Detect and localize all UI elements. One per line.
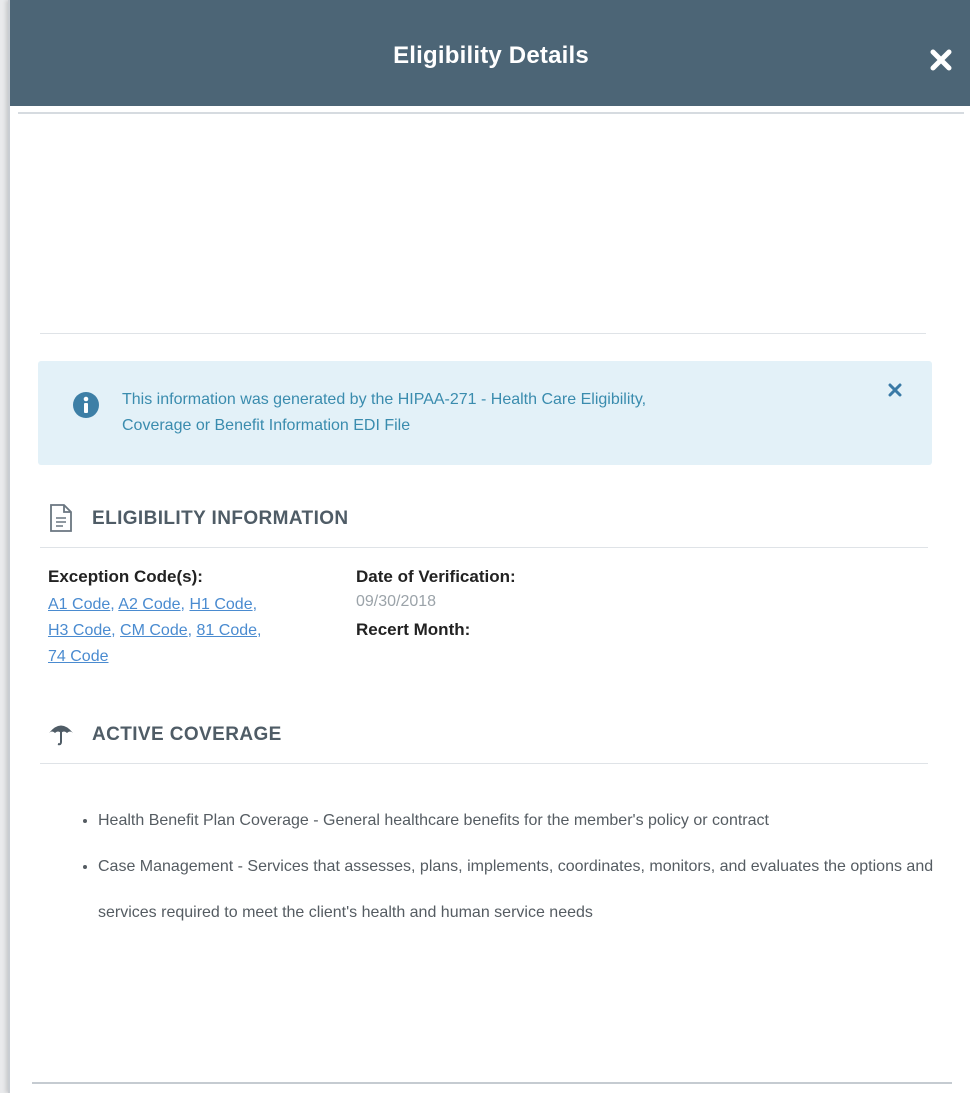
info-circle-icon [73,392,99,418]
modal-footer-divider [32,1082,952,1084]
close-icon [930,49,952,71]
alert-line-1: This information was generated by the HI… [122,391,647,408]
alert-close-button[interactable] [888,383,910,405]
coverage-item: Case Management - Services that assesses… [98,844,958,936]
code-link-h3[interactable]: H3 Code [48,622,111,639]
code-link-81[interactable]: 81 Code [197,622,258,639]
modal-title: Eligibility Details [393,42,589,69]
coverage-item: Health Benefit Plan Coverage - General h… [98,798,958,844]
code-link-a1[interactable]: A1 Code [48,596,110,613]
code-link-h1[interactable]: H1 Code [189,596,252,613]
umbrella-icon [49,725,73,746]
modal-close-button[interactable] [928,47,954,73]
alert-message: This information was generated by the HI… [122,387,822,439]
exception-codes-list: A1 Code, A2 Code, H1 Code, H3 Code, CM C… [48,596,262,665]
active-coverage-heading: ACTIVE COVERAGE [92,724,282,745]
document-icon [50,504,72,532]
date-of-verification-label: Date of Verification: [356,567,516,586]
recert-month-label: Recert Month: [356,620,471,639]
modal-header: Eligibility Details [10,0,970,106]
active-coverage-divider [40,763,928,764]
close-icon [888,383,902,397]
content-divider [40,333,926,334]
alert-line-2: Coverage or Benefit Information EDI File [122,417,411,434]
code-link-a2[interactable]: A2 Code [118,596,180,613]
date-of-verification-value: 09/30/2018 [356,593,437,610]
info-alert: This information was generated by the HI… [38,361,932,465]
coverage-list: Health Benefit Plan Coverage - General h… [60,798,958,936]
eligibility-section-heading: ELIGIBILITY INFORMATION [92,508,349,529]
eligibility-details-modal: Eligibility Details This information was… [8,0,970,1093]
header-divider [18,112,964,114]
code-link-cm[interactable]: CM Code [120,622,188,639]
code-link-74[interactable]: 74 Code [48,648,109,665]
eligibility-section-divider [40,547,928,548]
exception-codes-label: Exception Code(s): [48,567,203,586]
